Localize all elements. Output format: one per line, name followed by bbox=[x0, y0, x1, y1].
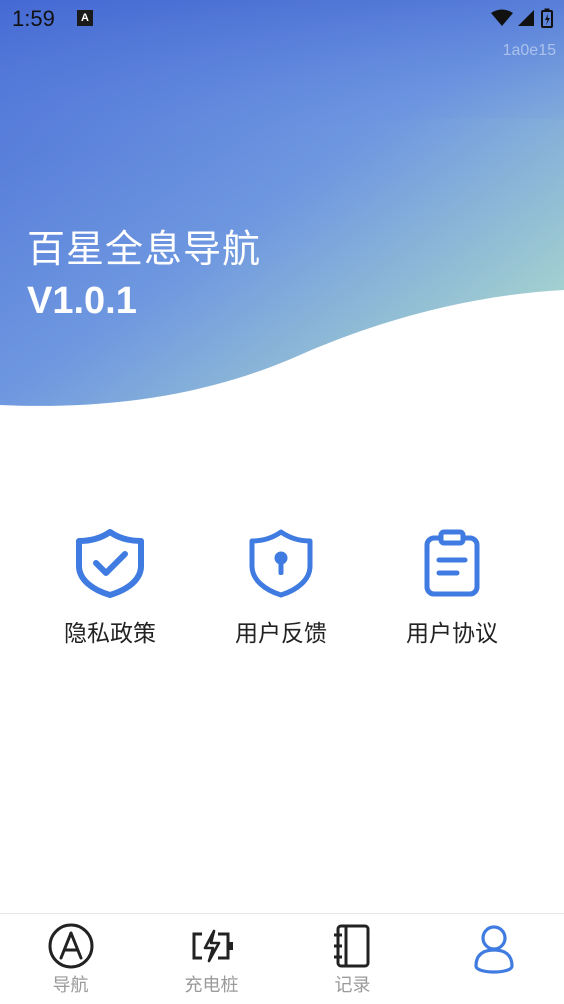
shield-keyhole-icon bbox=[249, 529, 313, 598]
menu-item-label: 用户协议 bbox=[406, 621, 498, 647]
menu-item-user-agreement[interactable]: 用户协议 bbox=[367, 528, 537, 648]
app-title: 百星全息导航 bbox=[27, 227, 262, 271]
status-bar: 1:59 A bbox=[0, 0, 564, 38]
clipboard-icon bbox=[424, 529, 480, 597]
tab-profile[interactable] bbox=[423, 914, 564, 1004]
menu-item-privacy-policy[interactable]: 隐私政策 bbox=[25, 528, 195, 648]
battery-icon bbox=[541, 8, 553, 28]
menu-item-label: 用户反馈 bbox=[235, 621, 327, 647]
menu-item-label: 隐私政策 bbox=[64, 621, 156, 647]
notebook-icon bbox=[333, 924, 369, 968]
wifi-icon bbox=[491, 9, 513, 26]
bottom-tab-bar: 导航 充电桩 记录 bbox=[0, 913, 564, 1004]
user-icon bbox=[473, 925, 514, 974]
menu-item-user-feedback[interactable]: 用户反馈 bbox=[196, 528, 366, 648]
app-version: V1.0.1 bbox=[27, 280, 137, 322]
status-time: 1:59 bbox=[12, 6, 55, 31]
tab-label: 记录 bbox=[334, 975, 371, 996]
watermark: 1a0e15 bbox=[502, 42, 556, 59]
charging-battery-icon bbox=[192, 929, 233, 963]
settings-menu: 隐私政策 用户反馈 用户协议 bbox=[0, 528, 564, 658]
tab-records[interactable]: 记录 bbox=[282, 914, 423, 1004]
status-icons bbox=[490, 8, 554, 34]
tab-charging-station[interactable]: 充电桩 bbox=[141, 914, 282, 1004]
tab-label: 充电桩 bbox=[184, 975, 239, 996]
tab-navigation[interactable]: 导航 bbox=[0, 914, 141, 1004]
notification-icon: A bbox=[77, 10, 93, 26]
tab-label: 导航 bbox=[52, 975, 89, 996]
shield-check-icon bbox=[76, 529, 144, 598]
compass-icon bbox=[48, 923, 93, 969]
signal-icon bbox=[518, 10, 534, 26]
hero-background bbox=[0, 0, 564, 406]
